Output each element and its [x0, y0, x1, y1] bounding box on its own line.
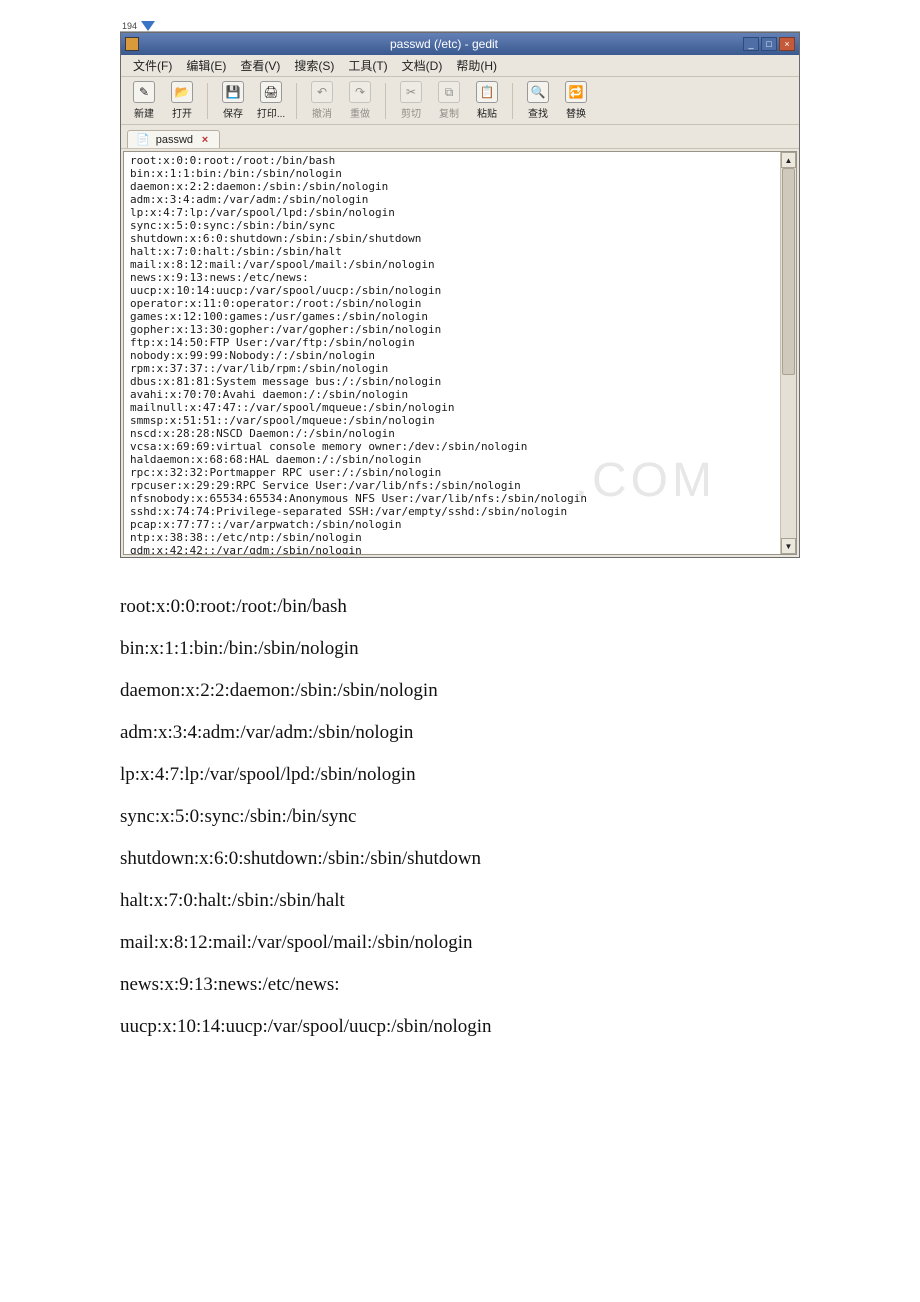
menu-item[interactable]: 编辑(E)	[180, 55, 232, 76]
text-area[interactable]: root:x:0:0:root:/root:/bin/bash bin:x:1:…	[123, 151, 797, 555]
app-icon	[125, 37, 139, 51]
document-tab[interactable]: 📄 passwd ×	[127, 130, 220, 148]
tab-close-icon[interactable]: ×	[199, 134, 211, 146]
redo-icon: ↷	[349, 81, 371, 103]
scroll-up-button[interactable]: ▲	[781, 152, 796, 168]
print-icon: 🖨	[260, 81, 282, 103]
menubar: 文件(F)编辑(E)查看(V)搜索(S)工具(T)文档(D)帮助(H)	[121, 55, 799, 77]
cut-icon: ✂	[400, 81, 422, 103]
gedit-window: passwd (/etc) - gedit _ □ × 文件(F)编辑(E)查看…	[120, 32, 800, 558]
scroll-thumb[interactable]	[782, 168, 795, 375]
body-line: lp:x:4:7:lp:/var/spool/lpd:/sbin/nologin	[120, 756, 800, 794]
scroll-down-button[interactable]: ▼	[781, 538, 796, 554]
toolbar-separator	[512, 83, 513, 119]
print-button[interactable]: 🖨 打印...	[254, 81, 288, 120]
toolbar: ✎ 新建 📂 打开 💾 保存 🖨 打印... ↶ 撤消 ↷ 重做 ✂ 剪切 ⧉ 复制 📋 粘贴 🔍 查找 🔁 替换	[121, 77, 799, 125]
menu-item[interactable]: 搜索(S)	[288, 55, 340, 76]
menu-item[interactable]: 工具(T)	[342, 55, 393, 76]
body-line: uucp:x:10:14:uucp:/var/spool/uucp:/sbin/…	[120, 1008, 800, 1046]
tab-label: passwd	[156, 134, 193, 146]
toolbar-label: 粘贴	[477, 105, 497, 120]
toolbar-separator	[207, 83, 208, 119]
close-button[interactable]: ×	[779, 37, 795, 51]
article-body: root:x:0:0:root:/root:/bin/bash bin:x:1:1…	[120, 588, 800, 1046]
menu-item[interactable]: 文档(D)	[396, 55, 449, 76]
menu-item[interactable]: 查看(V)	[234, 55, 286, 76]
file-icon: 📄	[136, 133, 150, 146]
find-icon: 🔍	[527, 81, 549, 103]
paste-icon: 📋	[476, 81, 498, 103]
window-title: passwd (/etc) - gedit	[145, 37, 743, 51]
save-button[interactable]: 💾 保存	[216, 81, 250, 120]
copy-icon: ⧉	[438, 81, 460, 103]
toolbar-label: 替换	[566, 105, 586, 120]
new-icon: ✎	[133, 81, 155, 103]
undo-icon: ↶	[311, 81, 333, 103]
body-line: sync:x:5:0:sync:/sbin:/bin/sync	[120, 798, 800, 836]
toolbar-label: 新建	[134, 105, 154, 120]
redo-button: ↷ 重做	[343, 81, 377, 120]
open-icon: 📂	[171, 81, 193, 103]
toolbar-label: 撤消	[312, 105, 332, 120]
toolbar-label: 打开	[172, 105, 192, 120]
toolbar-label: 重做	[350, 105, 370, 120]
body-line: halt:x:7:0:halt:/sbin:/sbin/halt	[120, 882, 800, 920]
open-button[interactable]: 📂 打开	[165, 81, 199, 120]
minimize-button[interactable]: _	[743, 37, 759, 51]
menu-item[interactable]: 文件(F)	[127, 55, 178, 76]
scrollbar-vertical[interactable]: ▲ ▼	[780, 152, 796, 554]
replace-icon: 🔁	[565, 81, 587, 103]
cut-button: ✂ 剪切	[394, 81, 428, 120]
cropped-edge-top: 194	[120, 20, 800, 32]
toolbar-label: 复制	[439, 105, 459, 120]
find-button[interactable]: 🔍 查找	[521, 81, 555, 120]
save-icon: 💾	[222, 81, 244, 103]
tab-row: 📄 passwd ×	[121, 125, 799, 149]
body-line: root:x:0:0:root:/root:/bin/bash	[120, 588, 800, 626]
copy-button: ⧉ 复制	[432, 81, 466, 120]
undo-button: ↶ 撤消	[305, 81, 339, 120]
body-line: daemon:x:2:2:daemon:/sbin:/sbin/nologin	[120, 672, 800, 710]
body-line: shutdown:x:6:0:shutdown:/sbin:/sbin/shut…	[120, 840, 800, 878]
titlebar[interactable]: passwd (/etc) - gedit _ □ ×	[121, 33, 799, 55]
toolbar-separator	[296, 83, 297, 119]
body-line: news:x:9:13:news:/etc/news:	[120, 966, 800, 1004]
body-line: mail:x:8:12:mail:/var/spool/mail:/sbin/n…	[120, 924, 800, 962]
file-content[interactable]: root:x:0:0:root:/root:/bin/bash bin:x:1:…	[124, 152, 780, 554]
toolbar-label: 打印...	[257, 105, 285, 120]
toolbar-separator	[385, 83, 386, 119]
toolbar-label: 保存	[223, 105, 243, 120]
menu-item[interactable]: 帮助(H)	[450, 55, 503, 76]
maximize-button[interactable]: □	[761, 37, 777, 51]
toolbar-label: 查找	[528, 105, 548, 120]
replace-button[interactable]: 🔁 替换	[559, 81, 593, 120]
paste-button[interactable]: 📋 粘贴	[470, 81, 504, 120]
toolbar-label: 剪切	[401, 105, 421, 120]
new-button[interactable]: ✎ 新建	[127, 81, 161, 120]
body-line: adm:x:3:4:adm:/var/adm:/sbin/nologin	[120, 714, 800, 752]
scroll-track[interactable]	[781, 168, 796, 538]
body-line: bin:x:1:1:bin:/bin:/sbin/nologin	[120, 630, 800, 668]
